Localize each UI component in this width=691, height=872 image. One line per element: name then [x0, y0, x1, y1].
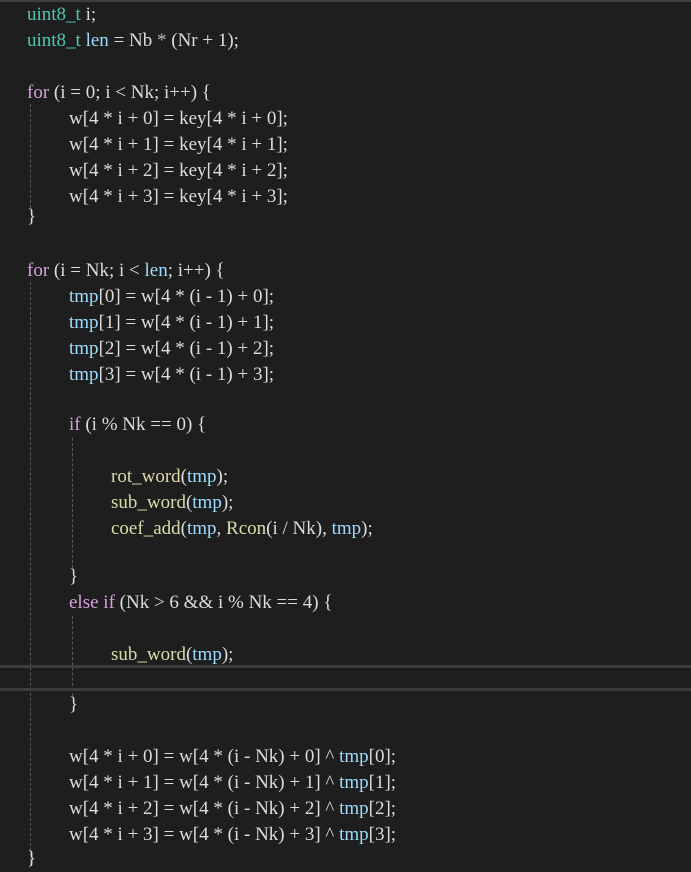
code-line[interactable]: else if (Nk > 6 && i % Nk == 4) {: [0, 590, 691, 616]
code-token: (i = 0; i < Nk; i++) {: [49, 82, 211, 103]
code-line[interactable]: rot_word(tmp);: [0, 464, 691, 490]
code-token: (i / Nk),: [266, 518, 332, 539]
code-line[interactable]: for (i = 0; i < Nk; i++) {: [0, 80, 687, 106]
code-token: );: [361, 518, 373, 539]
code-token: sub_word: [111, 492, 186, 513]
code-line[interactable]: tmp[3] = w[4 * (i - 1) + 3];: [0, 362, 691, 388]
code-token: if: [69, 414, 81, 435]
code-line[interactable]: w[4 * i + 2] = key[4 * i + 2];: [0, 158, 691, 184]
code-token: tmp: [339, 772, 369, 793]
code-line[interactable]: tmp[1] = w[4 * (i - 1) + 1];: [0, 310, 691, 336]
code-line[interactable]: sub_word(tmp);: [0, 642, 691, 668]
code-line[interactable]: uint8_t len = Nb * (Nr + 1);: [0, 28, 687, 54]
code-line[interactable]: w[4 * i + 1] = key[4 * i + 1];: [0, 132, 691, 158]
code-token: [0] = w[4 * (i - 1) + 0];: [98, 286, 275, 307]
code-token: tmp: [339, 824, 369, 845]
current-line-bottom-border: [0, 688, 691, 691]
code-token: }: [27, 206, 37, 227]
code-token: w[4 * i + 2] = w[4 * (i - Nk) + 2] ^: [69, 798, 340, 819]
code-token: tmp: [186, 466, 217, 487]
code-token: w[4 * i + 0] = key[4 * i + 0];: [69, 108, 288, 129]
code-token: [1];: [368, 772, 397, 793]
code-token: Rcon: [226, 518, 267, 539]
code-token: );: [221, 644, 234, 665]
code-token: = Nb: [108, 30, 157, 51]
code-line[interactable]: for (i = Nk; i < len; i++) {: [0, 258, 687, 284]
code-token: }: [69, 694, 79, 715]
code-token: w[4 * i + 0] = w[4 * (i - Nk) + 0] ^: [69, 746, 340, 767]
code-token: i;: [80, 4, 97, 25]
code-token: tmp: [69, 286, 99, 307]
code-line[interactable]: uint8_t i;: [0, 2, 687, 28]
code-token: else if: [69, 592, 115, 613]
code-token: *: [157, 30, 167, 51]
code-token: uint8_t: [27, 4, 81, 25]
code-token: ,: [216, 518, 227, 539]
code-token: w[4 * i + 2] = key[4 * i + 2];: [69, 160, 288, 181]
code-token: [1] = w[4 * (i - 1) + 1];: [98, 312, 275, 333]
code-token: rot_word: [111, 466, 181, 487]
code-token: );: [221, 492, 234, 513]
code-token: len: [144, 260, 168, 281]
code-line[interactable]: w[4 * i + 0] = w[4 * (i - Nk) + 0] ^ tmp…: [0, 744, 691, 770]
code-line[interactable]: }: [0, 846, 687, 872]
code-token: (i = Nk; i <: [49, 260, 145, 281]
code-token: );: [216, 466, 229, 487]
code-token: [2];: [368, 798, 397, 819]
code-token: (Nr + 1);: [166, 30, 239, 51]
code-token: [0];: [368, 746, 397, 767]
code-token: [3];: [368, 824, 397, 845]
code-token: tmp: [339, 746, 369, 767]
code-token: len: [85, 30, 109, 51]
code-editor[interactable]: uint8_t i; uint8_t len = Nb * (Nr + 1); fo…: [0, 0, 691, 869]
code-token: for: [27, 82, 50, 103]
code-token: (i % Nk == 0) {: [80, 414, 207, 435]
code-line[interactable]: w[4 * i + 1] = w[4 * (i - Nk) + 1] ^ tmp…: [0, 770, 691, 796]
code-line[interactable]: w[4 * i + 0] = key[4 * i + 0];: [0, 106, 691, 132]
code-token: for: [27, 260, 50, 281]
code-token: w[4 * i + 1] = key[4 * i + 1];: [69, 134, 288, 155]
code-token: tmp: [69, 312, 99, 333]
code-token: tmp: [192, 492, 222, 513]
code-token: tmp: [192, 644, 222, 665]
code-token: tmp: [69, 364, 99, 385]
code-token: w[4 * i + 3] = w[4 * (i - Nk) + 3] ^: [69, 824, 340, 845]
code-token: coef_add: [111, 518, 181, 539]
code-token: [2] = w[4 * (i - 1) + 2];: [98, 338, 275, 359]
code-token: tmp: [331, 518, 362, 539]
code-line[interactable]: }: [0, 692, 691, 718]
code-token: uint8_t: [27, 30, 81, 51]
code-token: [3] = w[4 * (i - 1) + 3];: [98, 364, 275, 385]
code-line[interactable]: }: [0, 564, 691, 590]
code-line[interactable]: tmp[2] = w[4 * (i - 1) + 2];: [0, 336, 691, 362]
code-token: ; i++) {: [167, 260, 225, 281]
code-line[interactable]: }: [0, 204, 687, 230]
code-line[interactable]: w[4 * i + 3] = w[4 * (i - Nk) + 3] ^ tmp…: [0, 822, 691, 848]
code-token: tmp: [339, 798, 369, 819]
code-token: tmp: [186, 518, 217, 539]
code-token: (Nk > 6 && i % Nk == 4) {: [114, 592, 333, 613]
code-line[interactable]: w[4 * i + 2] = w[4 * (i - Nk) + 2] ^ tmp…: [0, 796, 691, 822]
code-line[interactable]: coef_add(tmp, Rcon(i / Nk), tmp);: [0, 516, 691, 542]
code-line[interactable]: sub_word(tmp);: [0, 490, 691, 516]
code-token: w[4 * i + 1] = w[4 * (i - Nk) + 1] ^: [69, 772, 340, 793]
code-token: tmp: [69, 338, 99, 359]
code-token: }: [69, 566, 79, 587]
code-line[interactable]: tmp[0] = w[4 * (i - 1) + 0];: [0, 284, 691, 310]
code-line[interactable]: if (i % Nk == 0) {: [0, 412, 691, 438]
code-token: sub_word: [111, 644, 186, 665]
